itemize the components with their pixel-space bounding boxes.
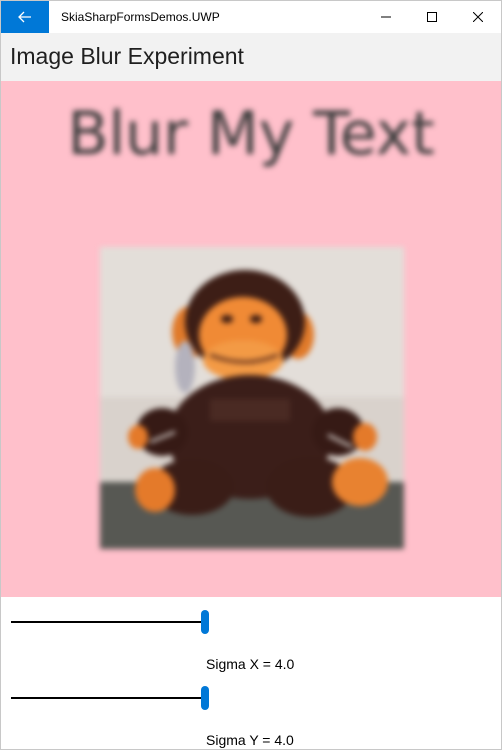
blurred-monkey-image — [100, 247, 404, 549]
maximize-icon — [427, 12, 437, 22]
app-title: SkiaSharpFormsDemos.UWP — [61, 10, 220, 24]
slider-thumb[interactable] — [201, 610, 209, 634]
app-window: SkiaSharpFormsDemos.UWP Image Blur Exper… — [0, 0, 502, 750]
page-title: Image Blur Experiment — [10, 43, 244, 69]
slider-thumb[interactable] — [201, 686, 209, 710]
title-bar: SkiaSharpFormsDemos.UWP — [1, 1, 501, 33]
minimize-button[interactable] — [363, 1, 409, 33]
arrow-left-icon — [18, 11, 31, 23]
page-header: Image Blur Experiment — [1, 33, 501, 81]
close-icon — [473, 12, 483, 22]
sigma-y-label: Sigma Y = 4.0 — [206, 732, 294, 748]
close-button[interactable] — [455, 1, 501, 33]
slider-track — [11, 697, 207, 699]
blurred-text: Blur My Text — [67, 99, 435, 169]
maximize-button[interactable] — [409, 1, 455, 33]
slider-track — [11, 621, 207, 623]
minimize-icon — [381, 16, 391, 18]
sigma-x-slider[interactable] — [11, 608, 211, 638]
blur-canvas: Blur My Text — [1, 81, 501, 597]
back-button[interactable] — [1, 1, 49, 33]
sigma-x-label: Sigma X = 4.0 — [206, 656, 295, 672]
sigma-y-slider[interactable] — [11, 684, 211, 714]
